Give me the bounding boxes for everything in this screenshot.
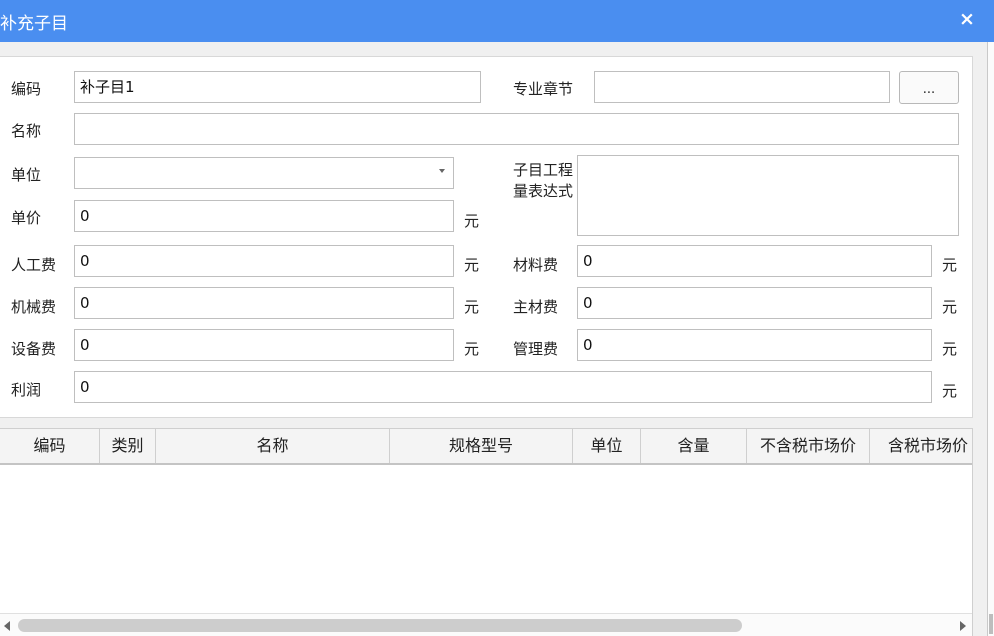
material-grid: 编码 类别 名称 规格型号 单位 含量 不含税市场价 含税市场价	[0, 428, 973, 636]
column-header-content[interactable]: 含量	[641, 429, 747, 463]
form-panel	[0, 56, 973, 418]
code-label: 编码	[11, 80, 42, 98]
unit-price-input[interactable]: 0	[74, 200, 454, 232]
grid-header: 编码 类别 名称 规格型号 单位 含量 不含税市场价 含税市场价	[0, 429, 972, 465]
horizontal-scrollbar[interactable]	[0, 613, 972, 636]
code-input[interactable]: 补子目1	[74, 71, 481, 103]
management-fee-label: 管理费	[513, 340, 559, 358]
profit-label: 利润	[11, 381, 42, 399]
outer-scrollbar-knob[interactable]	[989, 614, 993, 634]
column-header-price-excl-tax[interactable]: 不含税市场价	[747, 429, 870, 463]
column-header-price-incl-tax[interactable]: 含税市场价	[870, 429, 972, 463]
machine-fee-label: 机械费	[11, 298, 57, 316]
dialog-title: 补充子目	[0, 14, 68, 34]
equipment-fee-unit: 元	[464, 340, 480, 358]
material-fee-input[interactable]: 0	[577, 245, 932, 277]
unit-select[interactable]	[74, 157, 454, 189]
labor-fee-label: 人工费	[11, 256, 57, 274]
management-fee-input[interactable]: 0	[577, 329, 932, 361]
scroll-left-icon[interactable]	[4, 621, 10, 631]
outer-scrollbar[interactable]	[987, 42, 994, 636]
equipment-fee-label: 设备费	[11, 340, 57, 358]
close-icon[interactable]: ×	[956, 6, 978, 32]
labor-fee-unit: 元	[464, 256, 480, 274]
chapter-label: 专业章节	[513, 80, 574, 98]
material-fee-unit: 元	[942, 256, 958, 274]
horizontal-scrollbar-thumb[interactable]	[18, 619, 742, 632]
name-label: 名称	[11, 122, 42, 140]
chevron-down-icon[interactable]	[439, 169, 445, 173]
labor-fee-input[interactable]: 0	[74, 245, 454, 277]
main-material-fee-label: 主材费	[513, 298, 559, 316]
unit-price-label: 单价	[11, 209, 42, 227]
material-fee-label: 材料费	[513, 256, 559, 274]
column-header-name[interactable]: 名称	[156, 429, 390, 463]
equipment-fee-input[interactable]: 0	[74, 329, 454, 361]
column-header-unit[interactable]: 单位	[573, 429, 641, 463]
title-bar: 补充子目 ×	[0, 0, 994, 42]
machine-fee-input[interactable]: 0	[74, 287, 454, 319]
main-material-fee-input[interactable]: 0	[577, 287, 932, 319]
column-header-code[interactable]: 编码	[0, 429, 100, 463]
scroll-right-icon[interactable]	[960, 621, 966, 631]
unit-price-unit: 元	[464, 212, 480, 230]
main-material-fee-unit: 元	[942, 298, 958, 316]
quantity-expr-label: 子目工程量表达式	[513, 161, 574, 200]
quantity-expr-textarea[interactable]	[577, 155, 959, 236]
column-header-spec[interactable]: 规格型号	[390, 429, 573, 463]
profit-unit: 元	[942, 382, 958, 400]
chapter-browse-button[interactable]: ...	[899, 71, 959, 104]
management-fee-unit: 元	[942, 340, 958, 358]
chapter-input[interactable]	[594, 71, 890, 103]
column-header-category[interactable]: 类别	[100, 429, 156, 463]
unit-label: 单位	[11, 166, 42, 184]
profit-input[interactable]: 0	[74, 371, 932, 403]
name-input[interactable]	[74, 113, 959, 145]
machine-fee-unit: 元	[464, 298, 480, 316]
